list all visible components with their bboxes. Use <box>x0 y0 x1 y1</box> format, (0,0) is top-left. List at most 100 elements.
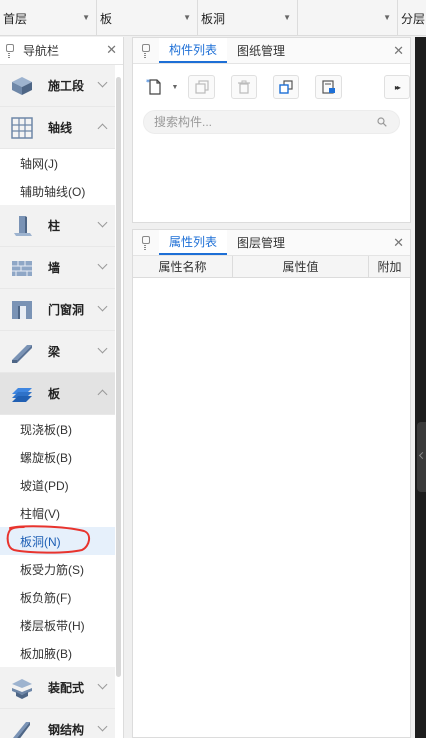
pin-icon[interactable] <box>141 236 150 250</box>
floor-select-value: 首层 <box>3 11 28 26</box>
column-header-property-value[interactable]: 属性值 <box>233 256 369 277</box>
layer-select-label: 分层 <box>401 11 426 26</box>
property-panel-tabs: 属性列表 图层管理 ✕ <box>133 230 410 256</box>
nav-item-ramp[interactable]: 坡道(PD) <box>0 471 115 499</box>
nav-category-label: 轴线 <box>48 121 73 135</box>
chevron-down-icon <box>99 221 107 229</box>
chevron-up-icon <box>99 123 107 131</box>
component-toolbar: * ▼ ▸▸ <box>133 70 410 104</box>
component-subtype-select[interactable]: 板洞 ▼ <box>198 0 298 36</box>
wall-icon <box>12 260 32 276</box>
nav-item-slab-stress-rebar[interactable]: 板受力筋(S) <box>0 555 115 583</box>
close-icon[interactable]: ✕ <box>393 236 404 250</box>
chevron-down-icon <box>99 683 107 691</box>
nav-category-axis[interactable]: 轴线 <box>0 107 115 149</box>
chevron-down-icon: ▼ <box>183 13 191 22</box>
prefab-icon <box>12 678 32 699</box>
tab-drawing-management[interactable]: 图纸管理 <box>227 38 295 63</box>
nav-item-slab-haunch[interactable]: 板加腋(B) <box>0 639 115 667</box>
chevron-down-icon <box>99 725 107 733</box>
nav-category-label: 装配式 <box>48 681 85 695</box>
nav-category-construction-stage[interactable]: 施工段 <box>0 65 115 107</box>
nav-category-label: 柱 <box>48 219 61 233</box>
chevron-down-icon <box>99 263 107 271</box>
tab-layer-management[interactable]: 图层管理 <box>227 230 295 255</box>
nav-scrollbar-thumb[interactable] <box>116 77 121 677</box>
collapse-panel-handle[interactable] <box>417 422 426 492</box>
nav-item-axis-net[interactable]: 轴网(J) <box>0 149 115 177</box>
delete-component-button[interactable] <box>230 75 258 99</box>
component-name-select[interactable]: ▼ <box>298 0 398 36</box>
nav-scrollbar[interactable] <box>115 67 123 677</box>
nav-category-wall[interactable]: 墙 <box>0 247 115 289</box>
nav-item-cast-slab[interactable]: 现浇板(B) <box>0 415 115 443</box>
component-list-panel: 构件列表 图纸管理 ✕ * ▼ ▸▸ 搜索构件... <box>132 37 411 223</box>
beam-icon <box>12 344 32 363</box>
property-table-header: 属性名称 属性值 附加 <box>133 256 410 278</box>
layers-copy-icon <box>279 80 293 94</box>
chevron-up-icon <box>99 389 107 397</box>
pin-icon[interactable] <box>141 44 150 58</box>
component-search-box[interactable] <box>143 110 400 134</box>
layer-copy-button[interactable] <box>273 75 300 99</box>
nav-item-auxiliary-axis[interactable]: 辅助轴线(O) <box>0 177 115 205</box>
more-tools-button[interactable]: ▸▸ <box>383 75 410 99</box>
door-window-icon <box>12 300 32 319</box>
chevron-down-icon: ▼ <box>82 13 90 22</box>
close-icon[interactable]: ✕ <box>106 43 117 57</box>
steel-structure-icon <box>13 721 30 738</box>
nav-category-slab[interactable]: 板 <box>0 373 115 415</box>
copy-icon <box>194 80 209 94</box>
nav-header: 导航栏 ✕ <box>0 37 123 65</box>
nav-category-label: 板 <box>48 387 61 401</box>
property-list-panel: 属性列表 图层管理 ✕ 属性名称 属性值 附加 <box>132 229 411 738</box>
nav-category-label: 施工段 <box>48 79 85 93</box>
new-component-button[interactable]: * <box>143 75 167 99</box>
top-selector-bar: 首层 ▼ 板 ▼ 板洞 ▼ ▼ 分层 <box>0 0 426 36</box>
double-chevron-right-icon: ▸▸ <box>394 82 401 92</box>
nav-category-label: 钢结构 <box>48 723 85 737</box>
trash-icon <box>237 80 250 94</box>
nav-category-steel[interactable]: 钢结构 <box>0 709 115 738</box>
column-header-additional[interactable]: 附加 <box>369 256 410 277</box>
axis-grid-icon <box>11 116 33 139</box>
nav-category-door-window[interactable]: 门窗洞 <box>0 289 115 331</box>
chevron-down-icon <box>99 347 107 355</box>
nav-item-column-cap[interactable]: 柱帽(V) <box>0 499 115 527</box>
close-icon[interactable]: ✕ <box>393 44 404 58</box>
svg-text:*: * <box>146 78 150 87</box>
chevron-down-icon: ▼ <box>283 13 291 22</box>
nav-item-slab-negative-rebar[interactable]: 板负筋(F) <box>0 583 115 611</box>
nav-category-beam[interactable]: 梁 <box>0 331 115 373</box>
column-icon <box>14 215 32 236</box>
construction-stage-icon <box>12 76 32 95</box>
nav-category-label: 墙 <box>48 261 61 275</box>
pin-icon[interactable] <box>5 43 14 58</box>
nav-item-spiral-slab[interactable]: 螺旋板(B) <box>0 443 115 471</box>
nav-category-column[interactable]: 柱 <box>0 205 115 247</box>
component-subtype-value: 板洞 <box>201 11 226 26</box>
search-icon[interactable] <box>377 117 387 127</box>
floor-select[interactable]: 首层 ▼ <box>0 0 97 36</box>
new-component-dropdown[interactable]: ▼ <box>167 84 182 91</box>
navigation-panel: 导航栏 ✕ 施工段 轴线 轴网(J) 辅助轴线(O) 柱 墙 门窗洞 梁 板 现… <box>0 37 124 738</box>
chevron-down-icon <box>99 305 107 313</box>
drawing-canvas-edge <box>415 37 426 738</box>
document-settings-icon <box>321 80 335 94</box>
nav-category-label: 梁 <box>48 345 61 359</box>
nav-item-floor-slab-band[interactable]: 楼层板带(H) <box>0 611 115 639</box>
annotation-circle <box>6 525 90 554</box>
nav-title: 导航栏 <box>23 44 60 58</box>
nav-category-prefab[interactable]: 装配式 <box>0 667 115 709</box>
component-type-select[interactable]: 板 ▼ <box>97 0 198 36</box>
component-type-value: 板 <box>100 11 113 26</box>
copy-component-button[interactable] <box>188 75 215 99</box>
tab-component-list[interactable]: 构件列表 <box>159 38 228 63</box>
column-header-property-name[interactable]: 属性名称 <box>133 256 233 277</box>
component-search-input[interactable] <box>154 115 354 129</box>
new-document-icon: * <box>146 78 161 95</box>
component-property-button[interactable] <box>315 75 342 99</box>
layer-select[interactable]: 分层 <box>398 0 426 36</box>
chevron-down-icon: ▼ <box>383 13 391 22</box>
tab-property-list[interactable]: 属性列表 <box>159 230 228 255</box>
